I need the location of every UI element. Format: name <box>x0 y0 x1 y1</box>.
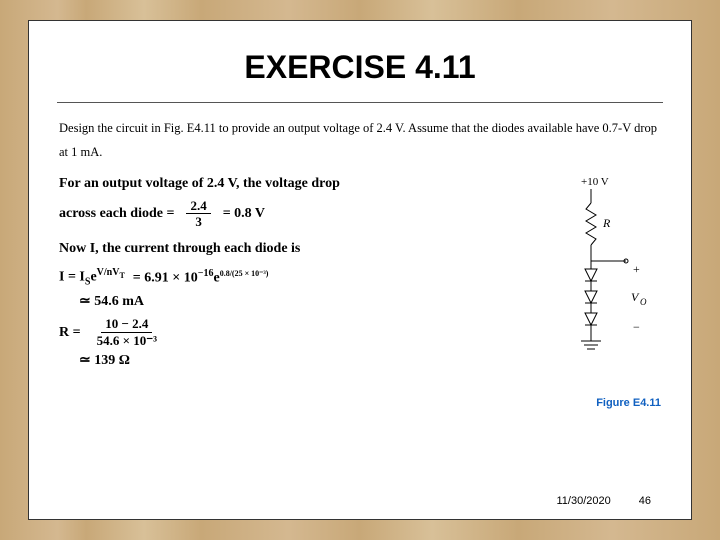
footer-date: 11/30/2020 <box>557 495 611 507</box>
slide-footer: 11/30/2020 46 <box>557 495 652 507</box>
sol-line2-rhs: = 0.8 V <box>223 203 265 224</box>
footer-page: 46 <box>639 495 651 507</box>
eq-resistance: R = 10 − 2.4 54.6 × 10⁻³ <box>59 316 521 348</box>
frac-2p4-over-3: 2.4 3 <box>186 198 210 230</box>
vo-label: V <box>631 290 640 304</box>
r-label: R <box>602 216 611 230</box>
circuit-svg: +10 V R + V O <box>531 173 661 393</box>
sol-line1: For an output voltage of 2.4 V, the volt… <box>59 173 521 194</box>
eq-resistance-result: ≃ 139 Ω <box>79 350 521 371</box>
slide-title: EXERCISE 4.11 <box>59 49 661 86</box>
circuit-figure: +10 V R + V O <box>531 173 661 409</box>
solution-block: For an output voltage of 2.4 V, the volt… <box>59 173 521 409</box>
sol-line2: across each diode = 2.4 3 = 0.8 V <box>59 198 521 230</box>
sol-line2-lhs: across each diode = <box>59 203 174 224</box>
content-row: For an output voltage of 2.4 V, the volt… <box>59 173 661 409</box>
plus-label: + <box>633 262 640 276</box>
svg-text:O: O <box>640 297 647 307</box>
slide-card: EXERCISE 4.11 Design the circuit in Fig.… <box>28 20 692 520</box>
frac-R: 10 − 2.4 54.6 × 10⁻³ <box>93 316 161 348</box>
minus-label: − <box>633 320 640 334</box>
figure-caption: Figure E4.11 <box>531 397 661 409</box>
sol-now: Now I, the current through each diode is <box>59 238 521 259</box>
eq-current: I = ISeV/nVT = 6.91 × 10−16e0.8/(25 × 10… <box>59 265 521 289</box>
title-divider <box>57 102 663 103</box>
vcc-label: +10 V <box>581 176 609 188</box>
problem-statement: Design the circuit in Fig. E4.11 to prov… <box>59 117 661 165</box>
eq-current-result: ≃ 54.6 mA <box>79 291 521 312</box>
